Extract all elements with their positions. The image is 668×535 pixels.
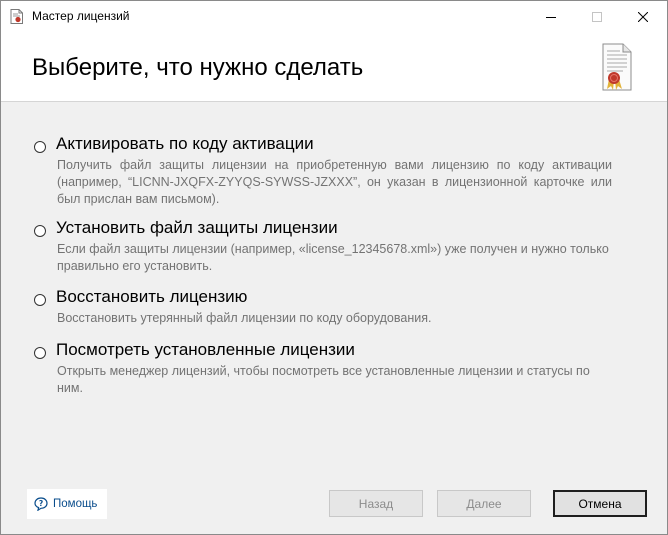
option-title[interactable]: Посмотреть установленные лицензии <box>56 340 355 360</box>
option-title[interactable]: Установить файл защиты лицензии <box>56 218 338 238</box>
maximize-icon <box>592 11 602 22</box>
option-install-license-file[interactable]: Установить файл защиты лицензии Если фай… <box>32 218 632 274</box>
option-activate-by-code[interactable]: Активировать по коду активации Получить … <box>32 134 632 206</box>
close-icon <box>638 11 648 22</box>
option-description: Получить файл защиты лицензии на приобре… <box>57 158 612 206</box>
option-description: Восстановить утерянный файл лицензии по … <box>57 311 432 325</box>
help-speech-bubble-icon: ? <box>34 497 48 511</box>
radio-view-installed-licenses[interactable] <box>34 347 46 359</box>
help-label[interactable]: Помощь <box>53 498 97 510</box>
page-title: Выберите, что нужно сделать <box>32 54 364 81</box>
option-view-installed-licenses[interactable]: Посмотреть установленные лицензии Открыт… <box>32 340 632 396</box>
option-restore-license[interactable]: Восстановить лицензию Восстановить утеря… <box>32 287 632 327</box>
cancel-button[interactable]: Отмена <box>553 490 647 517</box>
option-title[interactable]: Восстановить лицензию <box>56 287 247 307</box>
option-description: Если файл защиты лицензии (например, «li… <box>57 242 609 273</box>
minimize-icon <box>546 16 556 18</box>
minimize-button[interactable] <box>528 1 574 32</box>
license-document-icon <box>10 9 23 24</box>
close-button[interactable] <box>620 1 666 32</box>
wizard-header: Выберите, что нужно сделать <box>1 32 667 102</box>
certificate-document-icon <box>602 43 632 91</box>
next-button[interactable]: Далее <box>437 490 531 517</box>
title-bar[interactable]: Мастер лицензий <box>1 1 667 32</box>
radio-restore-license[interactable] <box>34 294 46 306</box>
window-title: Мастер лицензий <box>32 9 130 23</box>
radio-activate-by-code[interactable] <box>34 141 46 153</box>
svg-text:?: ? <box>39 499 43 508</box>
maximize-button <box>574 1 620 32</box>
help-button[interactable]: ? Помощь <box>27 489 107 519</box>
back-button[interactable]: Назад <box>329 490 423 517</box>
option-description: Открыть менеджер лицензий, чтобы посмотр… <box>57 364 590 395</box>
option-title[interactable]: Активировать по коду активации <box>56 134 314 154</box>
radio-install-license-file[interactable] <box>34 225 46 237</box>
license-wizard-window: Мастер лицензий Выберите, что нужно сдел… <box>0 0 668 535</box>
